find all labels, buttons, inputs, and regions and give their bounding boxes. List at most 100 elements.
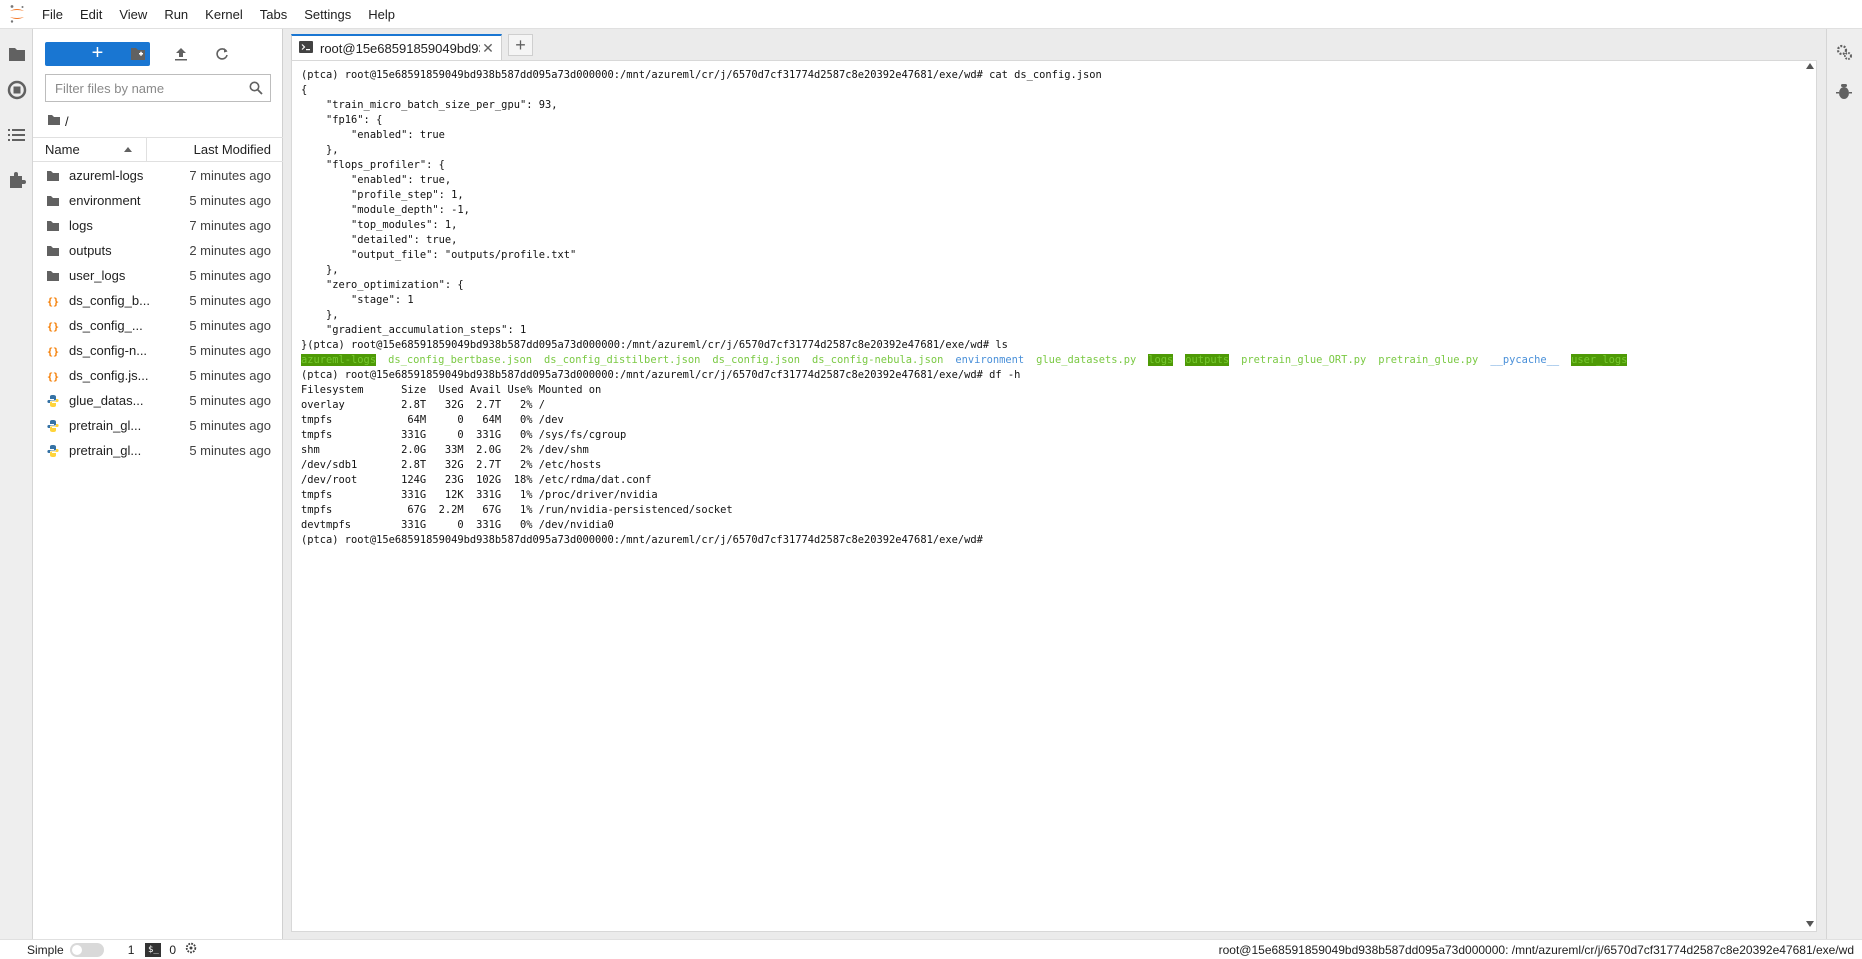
terminal-panel[interactable]: (ptca) root@15e68591859049bd938b587dd095… bbox=[291, 60, 1817, 932]
debugger-bug-icon[interactable] bbox=[1833, 81, 1855, 103]
file-last-modified: 5 minutes ago bbox=[189, 318, 271, 333]
file-list-item[interactable]: {} ds_config.js... 5 minutes ago bbox=[33, 363, 283, 388]
kernel-status-gear-icon[interactable] bbox=[185, 942, 197, 957]
file-list-item[interactable]: user_logs 5 minutes ago bbox=[33, 263, 283, 288]
terminal-line: overlay 2.8T 32G 2.7T 2% / bbox=[301, 399, 545, 411]
file-name: ds_config_... bbox=[69, 318, 143, 333]
ls-entry: azureml-logs bbox=[301, 354, 377, 366]
search-icon bbox=[249, 81, 263, 98]
json-icon: {} bbox=[45, 343, 61, 359]
tab-bar: root@15e68591859049bd93 ✕ + bbox=[283, 29, 1826, 60]
terminal-line: "flops_profiler": { bbox=[301, 159, 445, 171]
file-list-item[interactable]: pretrain_gl... 5 minutes ago bbox=[33, 413, 283, 438]
menu-settings[interactable]: Settings bbox=[296, 0, 360, 29]
terminal-line: "enabled": true, bbox=[301, 174, 452, 186]
terminal-line: }, bbox=[301, 264, 339, 276]
file-name: outputs bbox=[69, 243, 112, 258]
terminal-line: /dev/root 124G 23G 102G 18% /etc/rdma/da… bbox=[301, 474, 652, 486]
ls-entry: user_logs bbox=[1571, 354, 1628, 366]
terminal-line: tmpfs 331G 12K 331G 1% /proc/driver/nvid… bbox=[301, 489, 658, 501]
name-column-header[interactable]: Name bbox=[33, 138, 147, 161]
ls-entry: pretrain_glue_ORT.py bbox=[1241, 354, 1367, 366]
terminal-line: (ptca) root@15e68591859049bd938b587dd095… bbox=[301, 534, 983, 546]
terminal-line: "enabled": true bbox=[301, 129, 445, 141]
file-list-item[interactable]: logs 7 minutes ago bbox=[33, 213, 283, 238]
terminal-line: tmpfs 331G 0 331G 0% /sys/fs/cgroup bbox=[301, 429, 627, 441]
ls-entry: environment bbox=[955, 354, 1025, 366]
file-browser-panel: + / Name Last Modified azureml-logs 7 min… bbox=[33, 29, 283, 939]
menu-view[interactable]: View bbox=[111, 0, 156, 29]
file-list-item[interactable]: azureml-logs 7 minutes ago bbox=[33, 163, 283, 188]
file-filter-box bbox=[45, 74, 271, 102]
file-list-item[interactable]: {} ds_config_... 5 minutes ago bbox=[33, 313, 283, 338]
jupyter-logo-icon bbox=[0, 0, 34, 29]
close-icon[interactable]: ✕ bbox=[480, 40, 496, 56]
folder-icon bbox=[45, 193, 61, 209]
terminal-line: "gradient_accumulation_steps": 1 bbox=[301, 324, 527, 336]
menu-edit[interactable]: Edit bbox=[72, 0, 111, 29]
upload-icon[interactable] bbox=[168, 42, 194, 66]
file-last-modified: 7 minutes ago bbox=[189, 168, 271, 183]
breadcrumb-root[interactable]: / bbox=[65, 114, 69, 129]
file-filter-input[interactable] bbox=[46, 75, 236, 101]
breadcrumb-home-folder-icon[interactable] bbox=[47, 114, 61, 129]
last-modified-column-header[interactable]: Last Modified bbox=[147, 142, 283, 157]
simple-mode-label: Simple bbox=[27, 942, 64, 957]
right-sidebar bbox=[1826, 29, 1862, 939]
file-list-item[interactable]: outputs 2 minutes ago bbox=[33, 238, 283, 263]
file-name: ds_config.js... bbox=[69, 368, 149, 383]
terminal-line: "output_file": "outputs/profile.txt" bbox=[301, 249, 577, 261]
file-last-modified: 5 minutes ago bbox=[189, 393, 271, 408]
menu-help[interactable]: Help bbox=[360, 0, 404, 29]
python-icon bbox=[45, 443, 61, 459]
terminal-count-icon[interactable]: $_ bbox=[145, 942, 162, 957]
extension-puzzle-icon[interactable] bbox=[6, 169, 28, 191]
svg-text:{}: {} bbox=[47, 322, 59, 333]
file-name: ds_config_b... bbox=[69, 293, 149, 308]
refresh-icon[interactable] bbox=[209, 42, 235, 66]
menu-kernel[interactable]: Kernel bbox=[197, 0, 252, 29]
menu-tabs[interactable]: Tabs bbox=[252, 0, 296, 29]
terminal-line: { bbox=[301, 84, 308, 96]
file-name: user_logs bbox=[69, 268, 126, 283]
json-icon: {} bbox=[45, 293, 61, 309]
file-name: environment bbox=[69, 193, 141, 208]
file-name: azureml-logs bbox=[69, 168, 144, 183]
tab-terminal[interactable]: root@15e68591859049bd93 ✕ bbox=[291, 34, 502, 60]
menu-bar: File Edit View Run Kernel Tabs Settings … bbox=[0, 0, 1862, 29]
file-list-item[interactable]: glue_datas... 5 minutes ago bbox=[33, 388, 283, 413]
table-of-contents-icon[interactable] bbox=[6, 124, 28, 146]
file-name: pretrain_gl... bbox=[69, 443, 142, 458]
terminal-line: /dev/sdb1 2.8T 32G 2.7T 2% /etc/hosts bbox=[301, 459, 602, 471]
property-inspector-gears-icon[interactable] bbox=[1833, 41, 1855, 63]
file-list-item[interactable]: {} ds_config_b... 5 minutes ago bbox=[33, 288, 283, 313]
scroll-down-arrow-icon[interactable] bbox=[1806, 921, 1814, 927]
left-activity-bar bbox=[0, 29, 33, 939]
folder-icon bbox=[45, 268, 61, 284]
file-name: ds_config-n... bbox=[69, 343, 148, 358]
breadcrumb: / bbox=[47, 113, 69, 129]
ls-entry: ds_config_distilbert.json bbox=[543, 354, 701, 366]
folder-icon[interactable] bbox=[6, 43, 28, 65]
file-list-item[interactable]: {} ds_config-n... 5 minutes ago bbox=[33, 338, 283, 363]
menu-run[interactable]: Run bbox=[156, 0, 197, 29]
file-name: logs bbox=[69, 218, 93, 233]
scroll-up-arrow-icon[interactable] bbox=[1806, 63, 1814, 69]
new-folder-icon[interactable] bbox=[125, 42, 151, 66]
terminal-line: "stage": 1 bbox=[301, 294, 414, 306]
terminal-line: (ptca) root@15e68591859049bd938b587dd095… bbox=[301, 69, 1102, 81]
terminal-line: "zero_optimization": { bbox=[301, 279, 464, 291]
running-sessions-icon[interactable] bbox=[6, 79, 28, 101]
terminal-line: devtmpfs 331G 0 331G 0% /dev/nvidia0 bbox=[301, 519, 614, 531]
ls-entry: ds_config_bertbase.json bbox=[388, 354, 532, 366]
status-terminal-path: root@15e68591859049bd938b587dd095a73d000… bbox=[1218, 942, 1854, 957]
terminal-line: "fp16": { bbox=[301, 114, 383, 126]
new-tab-button[interactable]: + bbox=[508, 34, 533, 56]
menu-file[interactable]: File bbox=[34, 0, 72, 29]
terminal-line: }(ptca) root@15e68591859049bd938b587dd09… bbox=[301, 339, 1008, 351]
simple-mode-toggle[interactable] bbox=[69, 942, 104, 957]
file-list-item[interactable]: pretrain_gl... 5 minutes ago bbox=[33, 438, 283, 463]
file-list-item[interactable]: environment 5 minutes ago bbox=[33, 188, 283, 213]
file-list: azureml-logs 7 minutes ago environment 5 mi… bbox=[33, 163, 283, 463]
terminal-line: "top_modules": 1, bbox=[301, 219, 458, 231]
